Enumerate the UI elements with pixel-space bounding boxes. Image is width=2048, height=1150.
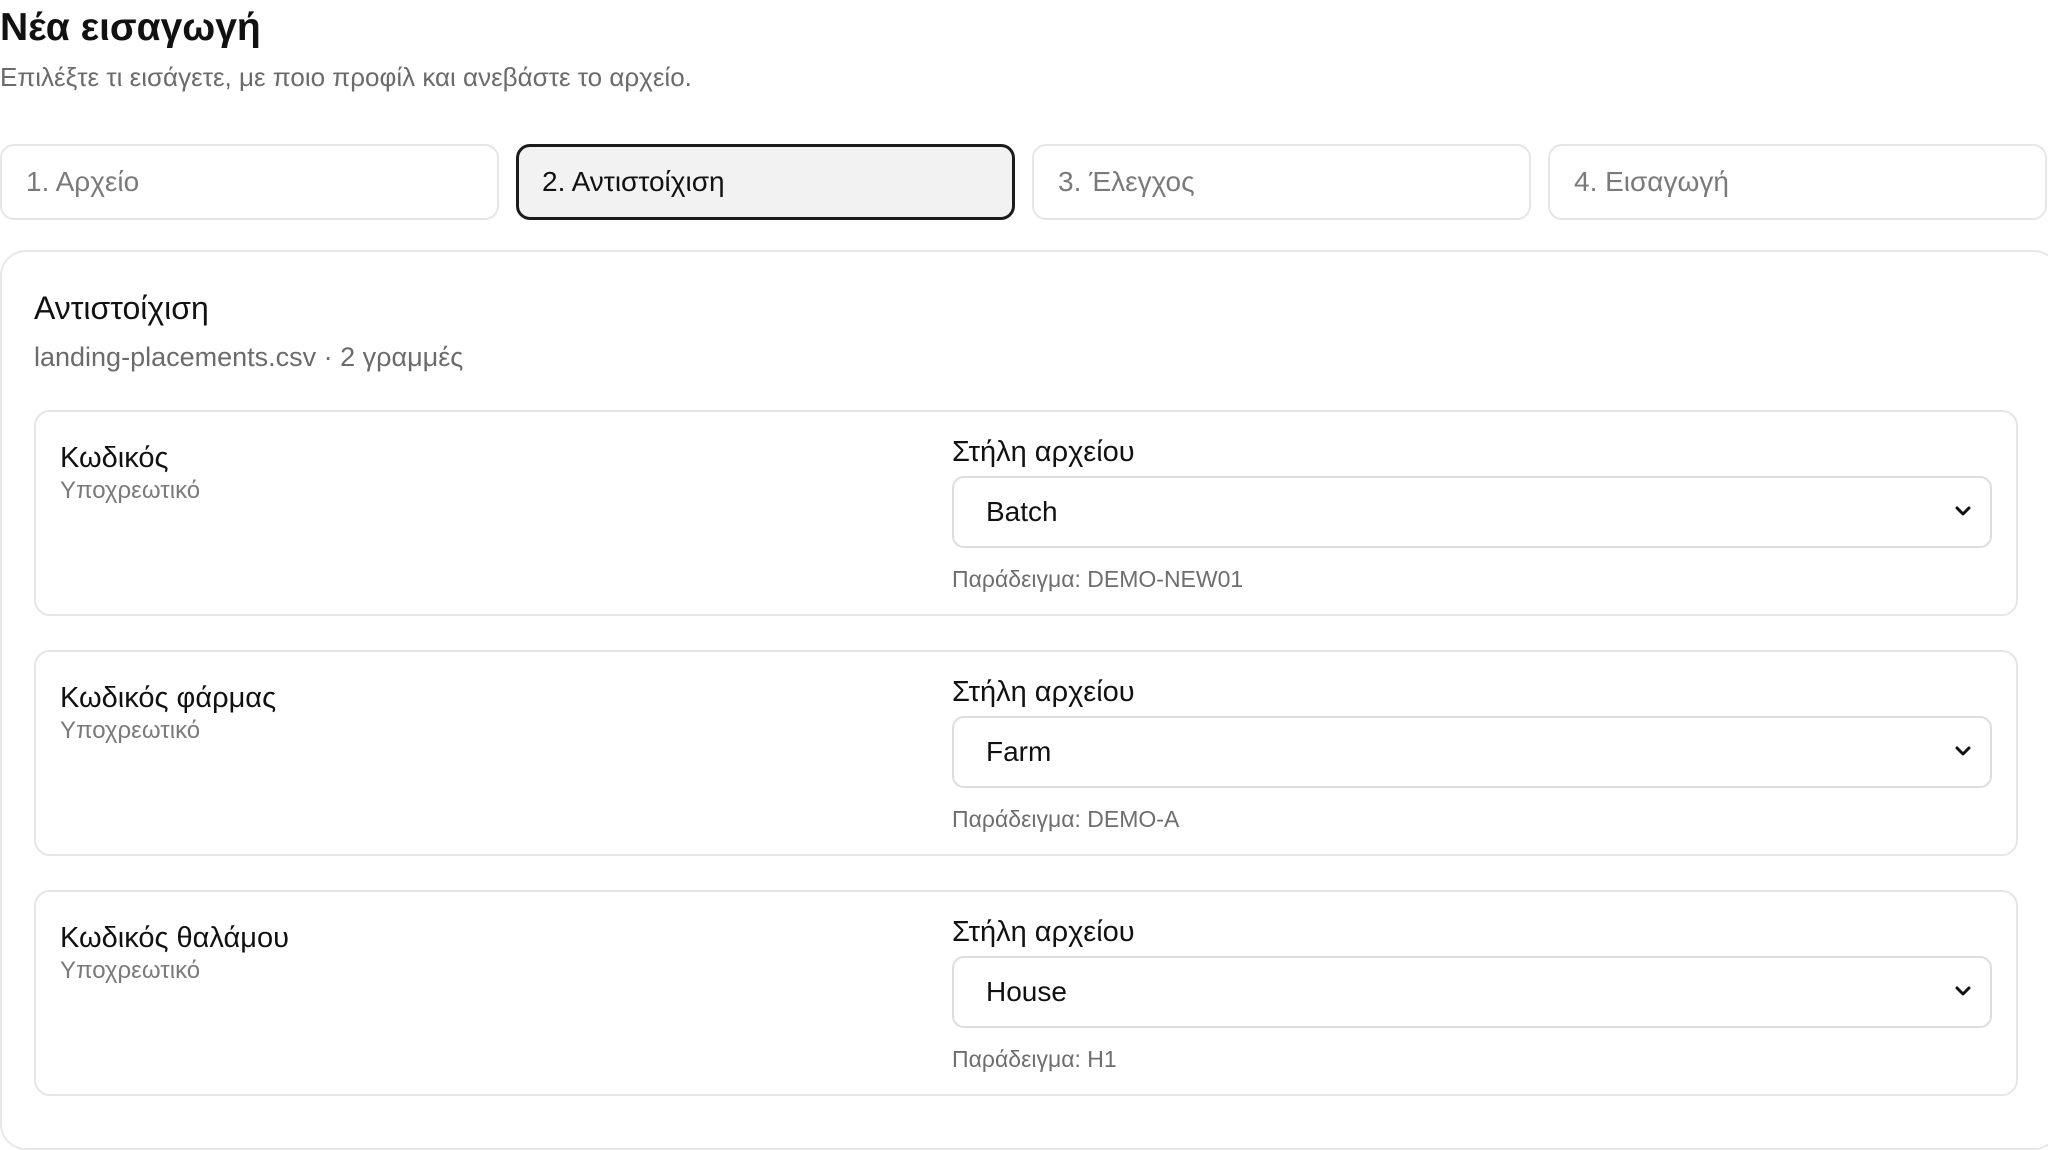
mapping-row: Κωδικός θαλάμου Υποχρεωτικό Στήλη αρχείο… <box>34 890 2018 1096</box>
column-select[interactable]: House <box>952 956 1992 1028</box>
page-title: Νέα εισαγωγή <box>0 6 261 49</box>
required-label: Υποχρεωτικό <box>60 477 201 504</box>
chevron-down-icon <box>1955 506 1971 516</box>
file-info: landing-placements.csv · 2 γραμμές <box>34 342 464 372</box>
mapping-row: Κωδικός φάρμας Υποχρεωτικό Στήλη αρχείου… <box>34 650 2018 856</box>
step-mapping[interactable]: 2. Αντιστοίχιση <box>516 144 1015 220</box>
field-name: Κωδικός θαλάμου <box>60 922 289 954</box>
column-select[interactable]: Batch <box>952 476 1992 548</box>
step-label: 4. Εισαγωγή <box>1574 166 1729 197</box>
step-tabs: 1. Αρχείο 2. Αντιστοίχιση 3. Έλεγχος 4. … <box>0 144 2048 220</box>
section-title: Αντιστοίχιση <box>34 290 209 326</box>
required-label: Υποχρεωτικό <box>60 717 201 744</box>
select-value: House <box>986 976 1067 1007</box>
select-value: Farm <box>986 736 1052 767</box>
mapping-row: Κωδικός Υποχρεωτικό Στήλη αρχείου Batch … <box>34 410 2018 616</box>
select-value: Batch <box>986 496 1058 527</box>
field-name: Κωδικός φάρμας <box>60 682 277 714</box>
column-label: Στήλη αρχείου <box>952 436 1135 468</box>
column-label: Στήλη αρχείου <box>952 916 1135 948</box>
example-value: Παράδειγμα: DEMO-NEW01 <box>952 566 1244 592</box>
mapping-card: Αντιστοίχιση landing-placements.csv · 2 … <box>0 250 2048 1150</box>
step-label: 2. Αντιστοίχιση <box>542 166 725 197</box>
column-select[interactable]: Farm <box>952 716 1992 788</box>
example-value: Παράδειγμα: DEMO-A <box>952 806 1180 832</box>
step-review[interactable]: 3. Έλεγχος <box>1032 144 1531 220</box>
column-label: Στήλη αρχείου <box>952 676 1135 708</box>
chevron-down-icon <box>1955 986 1971 996</box>
required-label: Υποχρεωτικό <box>60 957 201 984</box>
field-name: Κωδικός <box>60 442 169 474</box>
step-import[interactable]: 4. Εισαγωγή <box>1548 144 2047 220</box>
chevron-down-icon <box>1955 746 1971 756</box>
page-subtitle: Επιλέξτε τι εισάγετε, με ποιο προφίλ και… <box>0 62 692 92</box>
step-label: 3. Έλεγχος <box>1058 166 1195 197</box>
step-file[interactable]: 1. Αρχείο <box>0 144 499 220</box>
example-value: Παράδειγμα: H1 <box>952 1046 1117 1072</box>
step-label: 1. Αρχείο <box>26 166 140 197</box>
